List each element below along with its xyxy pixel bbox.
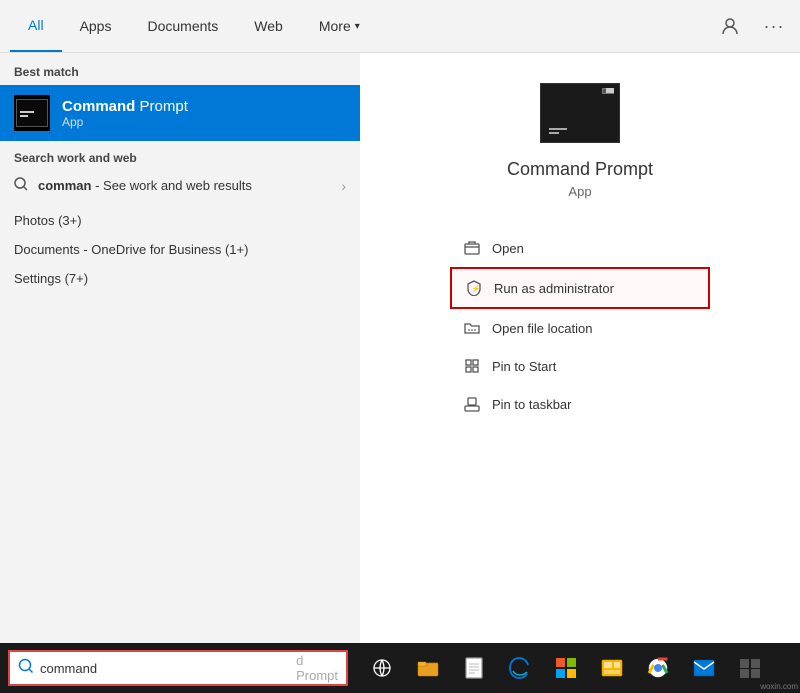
- web-search-arrow: ›: [341, 178, 346, 194]
- context-item-run-admin[interactable]: ⚡ Run as administrator: [450, 267, 710, 309]
- taskbar-icons: [360, 646, 792, 690]
- mail-button[interactable]: [682, 646, 726, 690]
- list-item-documents[interactable]: Documents - OneDrive for Business (1+): [0, 235, 360, 264]
- list-item-settings[interactable]: Settings (7+): [0, 264, 360, 293]
- right-panel: Command Prompt App Open: [360, 53, 800, 643]
- best-match-label: Best match: [0, 53, 360, 85]
- edge-browser-button[interactable]: [498, 646, 542, 690]
- search-box[interactable]: d Prompt: [8, 650, 348, 686]
- top-nav: All Apps Documents Web More ▾ ···: [0, 0, 800, 53]
- context-menu: Open ⚡ Run as administrator: [450, 229, 710, 423]
- pin-start-label: Pin to Start: [492, 359, 556, 374]
- nav-tabs: All Apps Documents Web More ▾: [10, 0, 378, 52]
- watermark: woxin.com: [760, 682, 798, 691]
- context-item-pin-start[interactable]: Pin to Start: [450, 347, 710, 385]
- right-app-name: Command Prompt: [507, 159, 653, 180]
- chrome-button[interactable]: [636, 646, 680, 690]
- command-prompt-icon: [14, 95, 50, 131]
- taskbar-search-icon: [18, 658, 34, 679]
- pin-taskbar-label: Pin to taskbar: [492, 397, 572, 412]
- taskbar-search-input[interactable]: [40, 661, 290, 676]
- person-icon-button[interactable]: [714, 10, 746, 42]
- folder-icon: [462, 318, 482, 338]
- file-explorer-button[interactable]: [406, 646, 450, 690]
- best-match-item[interactable]: Command Prompt App: [0, 85, 360, 141]
- task-view-button[interactable]: [360, 646, 404, 690]
- web-search-text: comman - See work and web results: [38, 178, 252, 193]
- web-search-item[interactable]: comman - See work and web results ›: [14, 171, 346, 200]
- main-layout: Best match Command Prompt App Search wor…: [0, 53, 800, 643]
- context-item-open[interactable]: Open: [450, 229, 710, 267]
- run-admin-label: Run as administrator: [494, 281, 614, 296]
- svg-text:⚡: ⚡: [472, 284, 481, 293]
- more-dropdown-arrow: ▾: [355, 21, 360, 32]
- tab-more[interactable]: More ▾: [301, 0, 378, 52]
- list-item-photos[interactable]: Photos (3+): [0, 206, 360, 235]
- search-work-web-label: Search work and web: [14, 151, 346, 165]
- pin-taskbar-icon: [462, 394, 482, 414]
- open-label: Open: [492, 241, 524, 256]
- open-location-label: Open file location: [492, 321, 592, 336]
- context-item-open-location[interactable]: Open file location: [450, 309, 710, 347]
- notepad-button[interactable]: [452, 646, 496, 690]
- right-app-type: App: [568, 184, 591, 199]
- search-work-web-section: Search work and web comman - See work an…: [0, 141, 360, 206]
- app-large-icon: [540, 83, 620, 143]
- best-match-subtitle: App: [62, 115, 188, 129]
- best-match-title: Command Prompt: [62, 98, 188, 115]
- more-options-button[interactable]: ···: [758, 10, 790, 42]
- tab-documents[interactable]: Documents: [129, 0, 236, 52]
- left-panel: Best match Command Prompt App Search wor…: [0, 53, 360, 643]
- tab-all[interactable]: All: [10, 0, 62, 52]
- open-icon: [462, 238, 482, 258]
- nav-icons: ···: [714, 10, 790, 42]
- search-suffix-text: d Prompt: [296, 653, 338, 683]
- taskbar: d Prompt: [0, 643, 800, 693]
- context-item-pin-taskbar[interactable]: Pin to taskbar: [450, 385, 710, 423]
- pin-start-icon: [462, 356, 482, 376]
- person-icon: [721, 17, 739, 35]
- store-button[interactable]: [544, 646, 588, 690]
- photos-button[interactable]: [590, 646, 634, 690]
- tab-apps[interactable]: Apps: [62, 0, 130, 52]
- search-icon: [14, 177, 28, 194]
- best-match-text: Command Prompt App: [62, 98, 188, 129]
- ellipsis-icon: ···: [764, 16, 785, 37]
- shield-icon: ⚡: [464, 278, 484, 298]
- tab-web[interactable]: Web: [236, 0, 301, 52]
